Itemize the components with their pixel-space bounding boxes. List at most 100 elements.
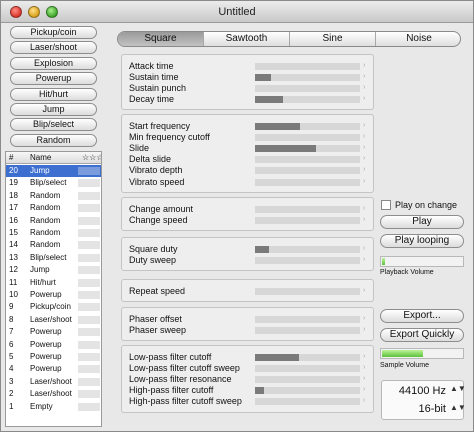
- parameter-slider[interactable]: [255, 85, 360, 93]
- column-name-header[interactable]: Name: [30, 153, 51, 162]
- list-item-rating[interactable]: [78, 204, 100, 213]
- list-item[interactable]: 19 Blip/select: [6, 177, 101, 189]
- list-item-rating[interactable]: [78, 303, 100, 312]
- preset-button-3[interactable]: Powerup: [10, 72, 97, 86]
- sample-rate-value[interactable]: 44100 Hz: [382, 385, 446, 397]
- parameter-slider[interactable]: [255, 74, 360, 82]
- parameter-slider[interactable]: [255, 178, 360, 186]
- column-rating-header[interactable]: ☆☆☆: [82, 153, 101, 162]
- list-item-rating[interactable]: [78, 353, 100, 361]
- preset-button-7[interactable]: Random: [10, 133, 97, 147]
- list-item-rating[interactable]: [78, 402, 100, 411]
- parameter-slider[interactable]: [255, 246, 360, 253]
- list-item-rating[interactable]: [78, 377, 100, 386]
- list-item[interactable]: 9 Pickup/coin: [6, 301, 101, 313]
- list-item-rating[interactable]: [78, 167, 100, 175]
- list-item[interactable]: 2 Laser/shoot: [6, 388, 101, 400]
- list-item-name: Blip/select: [30, 252, 67, 262]
- list-item-rating[interactable]: [78, 179, 100, 188]
- play-on-change-checkbox[interactable]: [381, 200, 391, 210]
- list-header: # Name ☆☆☆: [6, 152, 101, 164]
- slider-arrow-icon: ›: [363, 287, 366, 294]
- parameter-slider[interactable]: [255, 376, 360, 384]
- list-item-rating[interactable]: [78, 340, 100, 349]
- parameter-slider[interactable]: [255, 387, 360, 395]
- list-item-rating[interactable]: [78, 390, 100, 399]
- parameter-slider[interactable]: [255, 288, 360, 295]
- parameter-label: Phaser offset: [129, 314, 182, 324]
- list-item[interactable]: 3 Laser/shoot: [6, 376, 101, 388]
- parameter-slider[interactable]: [255, 316, 360, 323]
- list-item-rating[interactable]: [78, 315, 100, 324]
- list-item-rating[interactable]: [78, 229, 100, 237]
- sound-list[interactable]: # Name ☆☆☆ 20 Jump 19 Blip/select 18 Random 17…: [5, 151, 102, 427]
- list-item[interactable]: 20 Jump: [6, 165, 101, 177]
- tab-sawtooth[interactable]: Sawtooth: [204, 32, 290, 46]
- play-button[interactable]: Play: [380, 215, 464, 229]
- list-item-rating[interactable]: [78, 253, 100, 262]
- list-item-rating[interactable]: [78, 328, 100, 337]
- window-title: Untitled: [218, 6, 256, 18]
- parameter-slider[interactable]: [255, 96, 360, 104]
- sample-volume-slider[interactable]: [380, 348, 464, 359]
- list-item[interactable]: 16 Random: [6, 215, 101, 227]
- bit-depth-value[interactable]: 16-bit: [382, 403, 446, 415]
- bit-depth-stepper-icon[interactable]: ▲▼: [450, 403, 466, 412]
- export-quickly-button[interactable]: Export Quickly: [380, 328, 464, 342]
- column-number-header[interactable]: #: [9, 153, 13, 162]
- parameter-slider[interactable]: [255, 156, 360, 164]
- list-item[interactable]: 8 Laser/shoot: [6, 314, 101, 326]
- list-item[interactable]: 11 Hit/hurt: [6, 277, 101, 289]
- list-item[interactable]: 4 Powerup: [6, 363, 101, 375]
- export-button[interactable]: Export...: [380, 309, 464, 323]
- list-item-rating[interactable]: [78, 291, 100, 299]
- parameter-slider[interactable]: [255, 327, 360, 335]
- preset-button-2[interactable]: Explosion: [10, 56, 97, 70]
- list-item-rating[interactable]: [78, 191, 100, 200]
- list-item[interactable]: 10 Powerup: [6, 289, 101, 301]
- list-item-rating[interactable]: [78, 266, 100, 275]
- preset-button-5[interactable]: Jump: [10, 103, 97, 116]
- parameter-slider[interactable]: [255, 206, 360, 213]
- list-item[interactable]: 17 Random: [6, 202, 101, 214]
- parameter-slider-fill: [255, 387, 265, 395]
- preset-button-6[interactable]: Blip/select: [10, 118, 97, 132]
- tab-sine[interactable]: Sine: [290, 32, 376, 46]
- parameter-slider[interactable]: [255, 365, 360, 373]
- list-item[interactable]: 12 Jump: [6, 264, 101, 276]
- parameter-label: Sustain punch: [129, 83, 187, 94]
- list-item-rating[interactable]: [78, 365, 100, 374]
- parameter-slider[interactable]: [255, 257, 360, 265]
- parameter-slider[interactable]: [255, 63, 360, 70]
- playback-volume-slider[interactable]: [380, 256, 464, 267]
- parameter-slider[interactable]: [255, 354, 360, 361]
- list-item[interactable]: 6 Powerup: [6, 339, 101, 351]
- list-item-rating[interactable]: [78, 241, 100, 250]
- list-item-rating[interactable]: [78, 216, 100, 225]
- parameter-slider[interactable]: [255, 167, 360, 175]
- list-item[interactable]: 14 Random: [6, 239, 101, 251]
- slider-arrow-icon: ›: [363, 364, 366, 372]
- list-item-rating[interactable]: [78, 278, 100, 287]
- parameter-slider[interactable]: [255, 145, 360, 153]
- tab-square[interactable]: Square: [118, 32, 204, 46]
- preset-button-4[interactable]: Hit/hurt: [10, 87, 97, 101]
- list-item[interactable]: 5 Powerup: [6, 351, 101, 363]
- list-item[interactable]: 13 Blip/select: [6, 252, 101, 264]
- list-item[interactable]: 18 Random: [6, 190, 101, 202]
- list-item[interactable]: 7 Powerup: [6, 326, 101, 338]
- parameter-slider[interactable]: [255, 217, 360, 225]
- sample-rate-stepper-icon[interactable]: ▲▼: [450, 384, 466, 393]
- list-item-number: 12: [9, 265, 18, 275]
- list-item[interactable]: 15 Random: [6, 227, 101, 239]
- tab-noise[interactable]: Noise: [376, 32, 460, 46]
- parameter-slider[interactable]: [255, 398, 360, 406]
- play-looping-button[interactable]: Play looping: [380, 234, 464, 248]
- parameter-slider[interactable]: [255, 134, 360, 142]
- preset-button-0[interactable]: Pickup/coin: [10, 26, 97, 39]
- preset-button-1[interactable]: Laser/shoot: [10, 41, 97, 55]
- list-item-number: 19: [9, 178, 18, 188]
- list-item[interactable]: 1 Empty: [6, 401, 101, 413]
- parameter-slider[interactable]: [255, 123, 360, 130]
- title-bar[interactable]: Untitled: [1, 1, 473, 23]
